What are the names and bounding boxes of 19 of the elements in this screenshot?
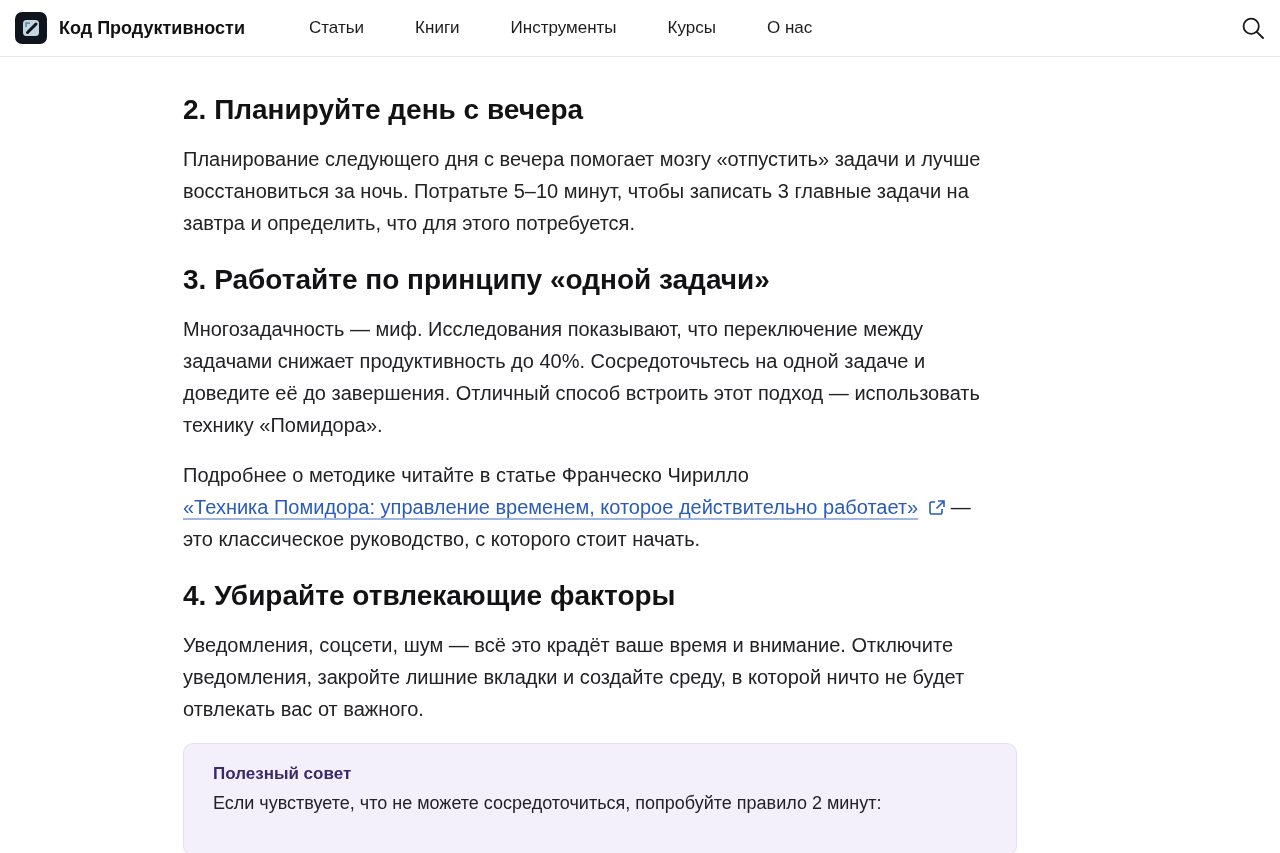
section-heading: 4. Убирайте отвлекающие факторы xyxy=(183,579,677,613)
search-icon[interactable] xyxy=(1242,17,1264,39)
paragraph: Подробнее о методике читайте в статье Франческо Чирилло «Техника Помидора: управление временем, которое действительно работает» — это классическое руководство, с которого стоит начать. xyxy=(183,463,972,552)
nav-link[interactable]: О нас xyxy=(767,15,813,41)
tip-title: Полезный совет xyxy=(213,763,353,785)
article-link[interactable]: «Техника Помидора: управление временем, которое действительно работает» xyxy=(183,496,946,518)
logo-icon xyxy=(15,12,47,44)
brand-link[interactable]: Код Продуктивности xyxy=(15,12,245,44)
nav-link[interactable]: Курсы xyxy=(667,15,716,41)
section-heading: 2. Планируйте день с вечера xyxy=(183,93,585,127)
paragraph: Многозадачность — миф. Исследования показывают, что переключение между задачами снижает продуктивность до 40%. Сосредоточьтесь на одной задаче и доведите её до завершения. Отличный способ встроить этот подход — использовать технику «Помидора». xyxy=(183,317,981,438)
nav-link[interactable]: Книги xyxy=(415,15,460,41)
external-link-icon xyxy=(928,499,946,516)
tip-text: Если чувствуете, что не можете сосредоточиться, попробуйте правило 2 минут: xyxy=(213,792,883,815)
paragraph: Уведомления, соцсети, шум — всё это крадёт ваше время и внимание. Отключите уведомления, закройте лишние вкладки и создайте среду, в которой ничто не будет отвлекать вас от важного. xyxy=(183,633,966,722)
nav-link[interactable]: Инструменты xyxy=(510,15,617,41)
nav-link[interactable]: Статьи xyxy=(309,15,365,41)
section-heading: 3. Работайте по принципу «одной задачи» xyxy=(183,263,771,297)
paragraph: Планирование следующего дня с вечера помогает мозгу «отпустить» задачи и лучше восстановиться за ночь. Потратьте 5–10 минут, чтобы записать 3 главные задачи на завтра и определить, что для этого потребуется. xyxy=(183,147,982,236)
